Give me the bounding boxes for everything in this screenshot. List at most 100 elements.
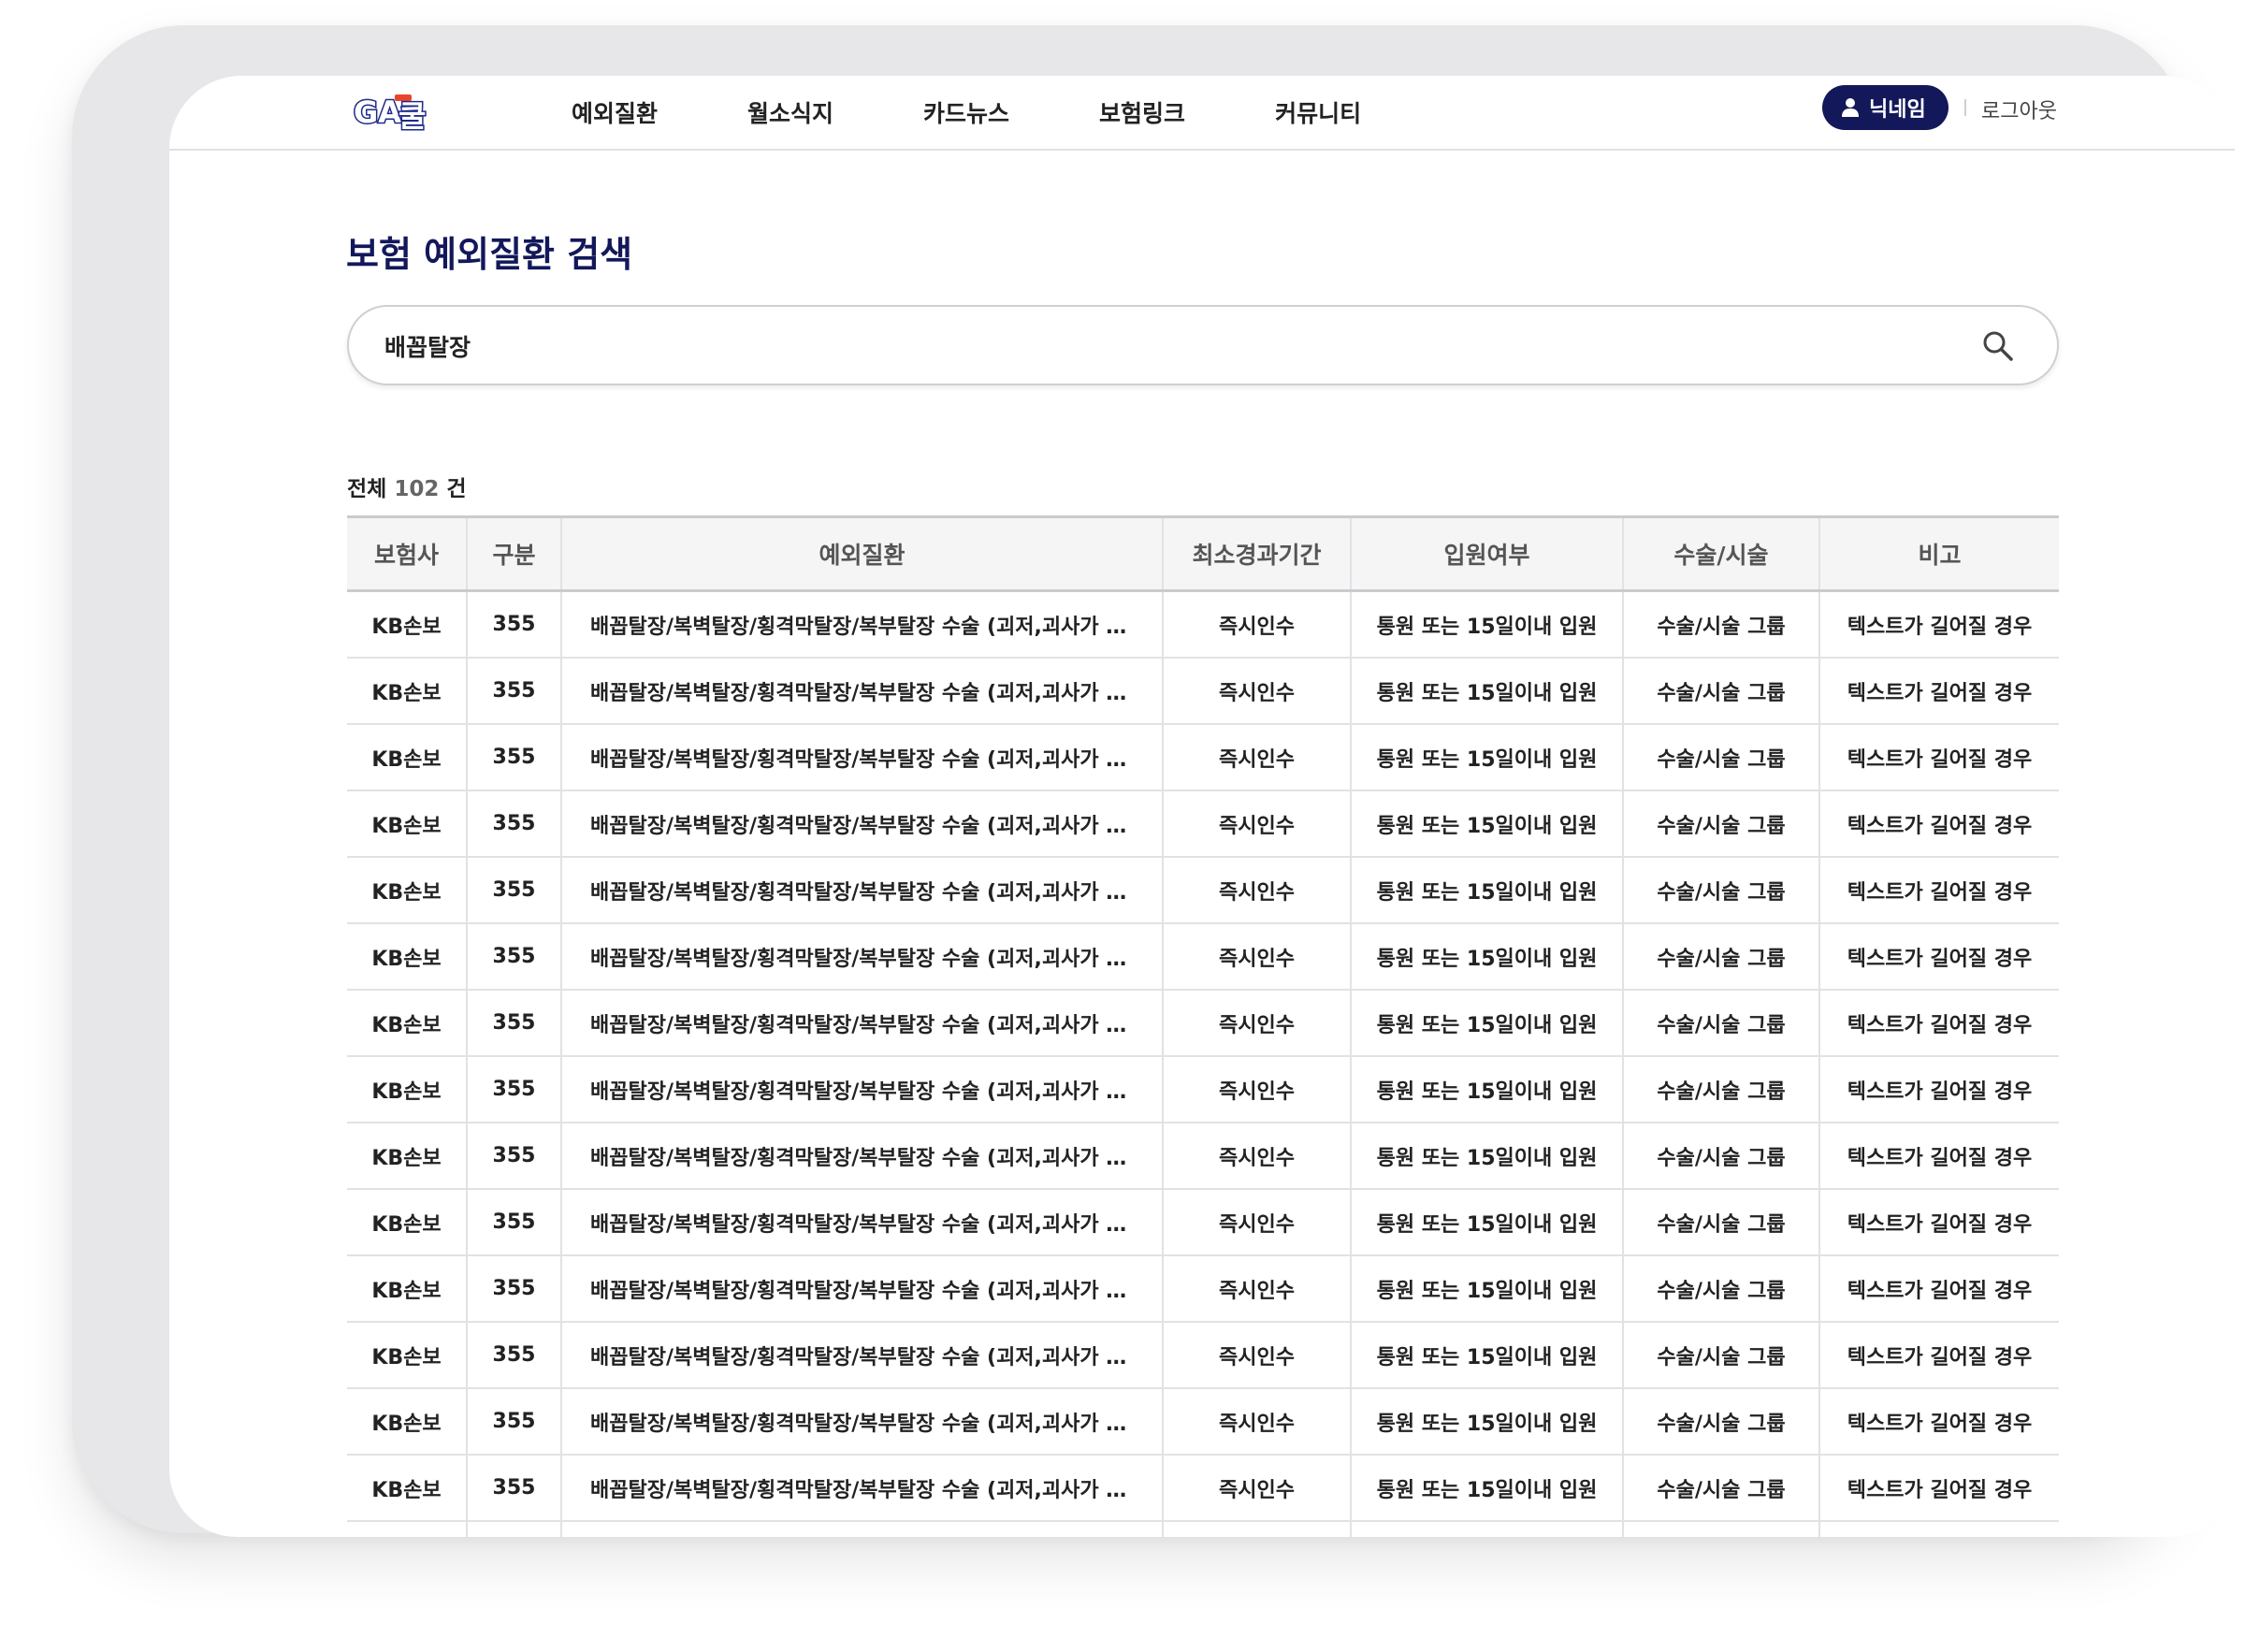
cell-category: 355 (466, 1455, 561, 1522)
search-icon[interactable] (1981, 329, 2015, 363)
cell-surgery: 수술/시술 그룹 (1622, 1056, 1819, 1123)
cell-surgery: 수술/시술 그룹 (1622, 724, 1819, 791)
cell-notes: 텍스트가 길어질 경우 (1818, 1255, 2059, 1323)
cell-category: 355 (466, 1056, 561, 1123)
table-row[interactable]: KB손보355배꼽탈장/복벽탈장/횡격막탈장/복부탈장 수술 (괴저,괴사가 없… (347, 1056, 2059, 1123)
table-row[interactable]: KB손보355배꼽탈장/복벽탈장/횡격막탈장/복부탈장 수술 (괴저,괴사가 없… (347, 658, 2059, 725)
cell-category: 355 (466, 990, 561, 1057)
cell-insurer: KB손보 (347, 724, 467, 791)
cell-surgery: 수술/시술 그룹 (1622, 790, 1819, 858)
table-row[interactable]: KB손보355배꼽탈장/복벽탈장/횡격막탈장/복부탈장 수술 (괴저,괴사가 없… (347, 1322, 2059, 1389)
result-count-suffix: 건 (446, 477, 467, 501)
column-header-category[interactable]: 구분 (466, 515, 561, 592)
table-row[interactable]: KB손보355배꼽탈장/복벽탈장/횡격막탈장/복부탈장 수술 (괴저,괴사가 없… (347, 1388, 2059, 1456)
nav-item-monthly-news[interactable]: 월소식지 (747, 95, 833, 129)
cell-notes: 텍스트가 길어질 경우 (1818, 658, 2059, 725)
table-row[interactable]: KB손보355배꼽탈장/복벽탈장/횡격막탈장/복부탈장 수술 (괴저,괴사가 없… (347, 1455, 2059, 1522)
cell-category: 355 (466, 1521, 561, 1537)
cell-hospitalization: 통원 또는 15일이내 입원 (1350, 1322, 1623, 1389)
column-header-notes[interactable]: 비고 (1818, 515, 2059, 592)
cell-category: 355 (466, 923, 561, 991)
cell-exception-disease: 배꼽탈장/복벽탈장/횡격막탈장/복부탈장 수술 (괴저,괴사가 없는 경우) (560, 1056, 1163, 1123)
cell-hospitalization: 통원 또는 15일이내 입원 (1350, 658, 1623, 725)
cell-hospitalization: 통원 또는 15일이내 입원 (1350, 1388, 1623, 1456)
cell-insurer: KB손보 (347, 1255, 467, 1323)
cell-surgery: 수술/시술 그룹 (1622, 590, 1819, 659)
cell-notes: 텍스트가 길어질 경우 (1818, 923, 2059, 991)
table-row[interactable]: KB손보355배꼽탈장/복벽탈장/횡격막탈장/복부탈장 수술 (괴저,괴사가 없… (347, 923, 2059, 991)
cell-hospitalization: 통원 또는 15일이내 입원 (1350, 923, 1623, 991)
table-row[interactable]: KB손보355배꼽탈장/복벽탈장/횡격막탈장/복부탈장 수술 (괴저,괴사가 없… (347, 1255, 2059, 1323)
cell-surgery: 수술/시술 그룹 (1622, 1455, 1819, 1522)
cell-hospitalization: 통원 또는 15일이내 입원 (1350, 1123, 1623, 1190)
cell-insurer: KB손보 (347, 990, 467, 1057)
cell-category: 355 (466, 1388, 561, 1456)
cell-min-period: 즉시인수 (1162, 923, 1351, 991)
app-screen: GA 쿨 예외질환 월소식지 카드뉴스 보험링크 커뮤니티 닉네임 로그아웃 보… (169, 76, 2235, 1537)
cell-exception-disease: 배꼽탈장/복벽탈장/횡격막탈장/복부탈장 수술 (괴저,괴사가 없는 경우) (560, 1322, 1163, 1389)
table-row[interactable]: KB손보355배꼽탈장/복벽탈장/횡격막탈장/복부탈장 수술 (괴저,괴사가 없… (347, 1123, 2059, 1190)
cell-insurer: KB손보 (347, 1056, 467, 1123)
column-header-surgery[interactable]: 수술/시술 (1622, 515, 1819, 592)
cell-exception-disease: 배꼽탈장/복벽탈장/횡격막탈장/복부탈장 수술 (괴저,괴사가 없는 경우) (560, 923, 1163, 991)
result-count-prefix: 전체 (347, 477, 387, 501)
cell-notes: 텍스트가 길어질 경우 (1818, 1189, 2059, 1256)
cell-exception-disease: 배꼽탈장/복벽탈장/횡격막탈장/복부탈장 수술 (괴저,괴사가 없는 경우) (560, 1455, 1163, 1522)
search-input[interactable] (383, 326, 1920, 367)
table-row[interactable]: KB손보355배꼽탈장/복벽탈장/횡격막탈장/복부탈장 수술 (괴저,괴사가 없… (347, 590, 2059, 659)
cell-surgery: 수술/시술 그룹 (1622, 923, 1819, 991)
cell-min-period: 즉시인수 (1162, 1056, 1351, 1123)
table-row[interactable]: KB손보355배꼽탈장/복벽탈장/횡격막탈장/복부탈장 수술 (괴저,괴사가 없… (347, 990, 2059, 1057)
table-row[interactable]: KB손보355배꼽탈장/복벽탈장/횡격막탈장/복부탈장 수술 (괴저,괴사가 없… (347, 790, 2059, 858)
user-nickname-button[interactable]: 닉네임 (1822, 85, 1949, 130)
cell-notes: 텍스트가 길어질 경우 (1818, 1455, 2059, 1522)
main-nav: 예외질환 월소식지 카드뉴스 보험링크 커뮤니티 (572, 76, 1451, 149)
result-count: 전체 102 건 (347, 471, 467, 502)
cell-min-period: 즉시인수 (1162, 1455, 1351, 1522)
cell-surgery: 수술/시술 그룹 (1622, 1322, 1819, 1389)
cell-min-period: 즉시인수 (1162, 1521, 1351, 1537)
cell-notes: 텍스트가 길어질 경우 (1818, 1322, 2059, 1389)
table-row[interactable]: KB손보355배꼽탈장/복벽탈장/횡격막탈장/복부탈장 수술 (괴저,괴사가 없… (347, 1521, 2059, 1537)
cell-notes: 텍스트가 길어질 경우 (1818, 1521, 2059, 1537)
results-table: 보험사 구분 예외질환 최소경과기간 입원여부 수술/시술 비고 KB손보 355… (347, 515, 2059, 1537)
header-divider (1964, 99, 1966, 116)
device-frame: GA 쿨 예외질환 월소식지 카드뉴스 보험링크 커뮤니티 닉네임 로그아웃 보… (72, 25, 2235, 1537)
cell-surgery: 수술/시술 그룹 (1622, 1521, 1819, 1537)
cell-category: 355 (466, 724, 561, 791)
cell-min-period: 즉시인수 (1162, 990, 1351, 1057)
nav-item-community[interactable]: 커뮤니티 (1275, 95, 1361, 129)
cell-surgery: 수술/시술 그룹 (1622, 990, 1819, 1057)
cell-hospitalization: 통원 또는 15일이내 입원 (1350, 857, 1623, 924)
cell-surgery: 수술/시술 그룹 (1622, 658, 1819, 725)
user-nickname-label: 닉네임 (1869, 98, 1926, 122)
cell-hospitalization: 통원 또는 15일이내 입원 (1350, 1455, 1623, 1522)
cell-notes: 텍스트가 길어질 경우 (1818, 1388, 2059, 1456)
nav-item-card-news[interactable]: 카드뉴스 (923, 95, 1009, 129)
cell-insurer: KB손보 (347, 1521, 467, 1537)
cell-hospitalization: 통원 또는 15일이내 입원 (1350, 590, 1623, 659)
table-row[interactable]: KB손보355배꼽탈장/복벽탈장/횡격막탈장/복부탈장 수술 (괴저,괴사가 없… (347, 857, 2059, 924)
logout-link[interactable]: 로그아웃 (1981, 94, 2057, 124)
cell-notes: 텍스트가 길어질 경우 (1818, 1123, 2059, 1190)
cell-notes: 텍스트가 길어질 경우 (1818, 1056, 2059, 1123)
column-header-hospitalization[interactable]: 입원여부 (1350, 515, 1623, 592)
table-row[interactable]: KB손보355배꼽탈장/복벽탈장/횡격막탈장/복부탈장 수술 (괴저,괴사가 없… (347, 724, 2059, 791)
cell-category: 355 (466, 857, 561, 924)
logo-icon[interactable]: GA 쿨 (352, 91, 443, 136)
search-bar (347, 305, 2059, 385)
cell-insurer: KB손보 (347, 1123, 467, 1190)
cell-exception-disease: 배꼽탈장/복벽탈장/횡격막탈장/복부탈장 수술 (괴저,괴사가 없는 경우) (560, 857, 1163, 924)
cell-min-period: 즉시인수 (1162, 590, 1351, 659)
cell-exception-disease: 배꼽탈장/복벽탈장/횡격막탈장/복부탈장 수술 (괴저,괴사가 없는 경우) (560, 990, 1163, 1057)
column-header-min-period[interactable]: 최소경과기간 (1162, 515, 1351, 592)
cell-min-period: 즉시인수 (1162, 1189, 1351, 1256)
cell-hospitalization: 통원 또는 15일이내 입원 (1350, 990, 1623, 1057)
cell-exception-disease: 배꼽탈장/복벽탈장/횡격막탈장/복부탈장 수술 (괴저,괴사가 없는 경우) (560, 658, 1163, 725)
cell-min-period: 즉시인수 (1162, 1388, 1351, 1456)
column-header-insurer[interactable]: 보험사 (347, 515, 467, 592)
table-row[interactable]: KB손보355배꼽탈장/복벽탈장/횡격막탈장/복부탈장 수술 (괴저,괴사가 없… (347, 1189, 2059, 1256)
nav-item-insurance-links[interactable]: 보험링크 (1099, 95, 1185, 129)
column-header-exception-disease[interactable]: 예외질환 (560, 515, 1163, 592)
nav-item-exceptions[interactable]: 예외질환 (572, 95, 658, 129)
